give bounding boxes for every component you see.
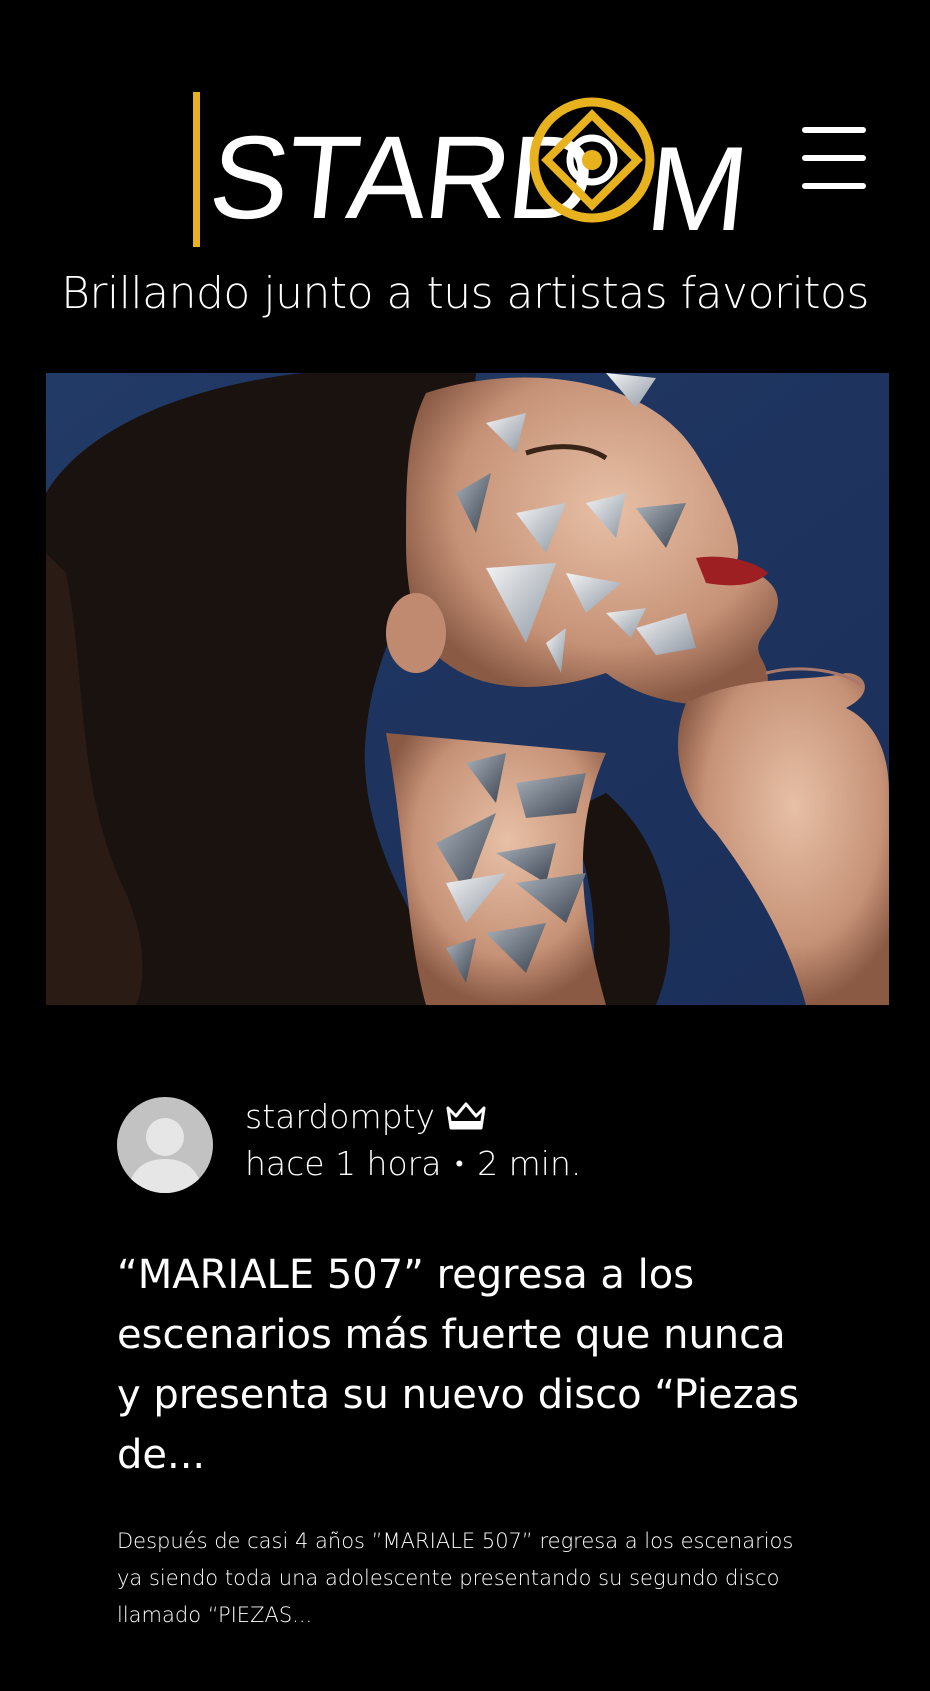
meta-separator: •	[455, 1152, 464, 1177]
post-author-row: stardompty hace 1 hora • 2 min.	[117, 1095, 817, 1195]
author-name[interactable]: stardompty	[245, 1097, 435, 1136]
post-card[interactable]: stardompty hace 1 hora • 2 min. “MARIALE 5…	[117, 1095, 817, 1634]
site-header: STARD M Brillando junto a tus artistas f…	[0, 0, 930, 340]
logo-wordmark-end: M	[641, 122, 750, 256]
crown-icon	[446, 1102, 486, 1134]
user-placeholder-icon	[127, 1118, 203, 1193]
logo-emblem-icon	[529, 97, 655, 223]
cover-photo-illustration	[46, 373, 889, 1005]
stardom-logo-graphic: STARD M	[193, 92, 750, 256]
post-excerpt: Después de casi 4 años ”MARIALE 507” reg…	[117, 1529, 794, 1627]
menu-line	[802, 183, 866, 189]
hamburger-menu-icon[interactable]	[800, 125, 868, 193]
avatar[interactable]	[117, 1097, 213, 1193]
menu-line	[802, 127, 866, 133]
read-time: 2 min.	[477, 1144, 582, 1183]
author-meta: stardompty hace 1 hora • 2 min.	[245, 1097, 581, 1183]
post-title[interactable]: “MARIALE 507” regresa a los escenarios m…	[117, 1245, 817, 1485]
stardom-logo[interactable]: STARD M	[190, 90, 750, 260]
menu-line	[802, 155, 866, 161]
site-tagline: Brillando junto a tus artistas favoritos	[61, 268, 869, 319]
post-cover-image[interactable]	[46, 373, 889, 1005]
post-time: hace 1 hora	[245, 1144, 442, 1183]
post-meta: hace 1 hora • 2 min.	[245, 1144, 581, 1183]
